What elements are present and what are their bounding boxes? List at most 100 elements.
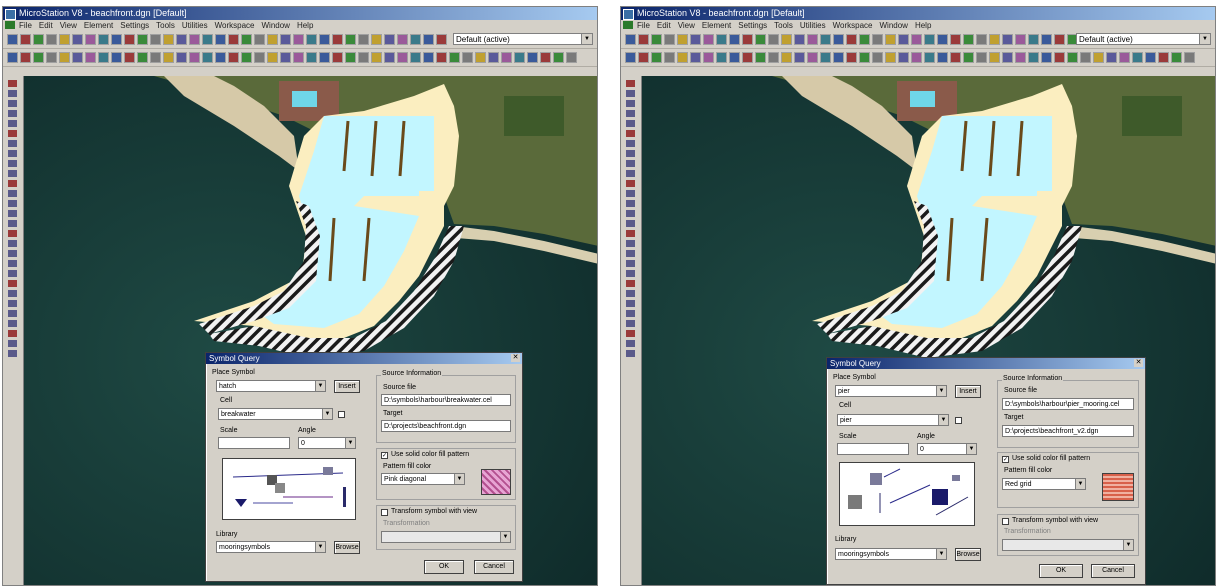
toolbar-button-icon[interactable] (124, 52, 135, 63)
menu-help[interactable]: Help (297, 20, 313, 31)
transformation-select[interactable]: ▼ (1002, 539, 1134, 551)
toolbar-button-icon[interactable] (1054, 34, 1065, 45)
menu-tools[interactable]: Tools (156, 20, 175, 31)
ok-button[interactable]: OK (1039, 564, 1083, 578)
toolbar-button-icon[interactable] (781, 34, 792, 45)
side-tool-icon[interactable] (8, 120, 17, 127)
toolbar-button-icon[interactable] (703, 34, 714, 45)
toolbar-button-icon[interactable] (651, 52, 662, 63)
toolbar-button-icon[interactable] (976, 34, 987, 45)
side-tool-icon[interactable] (8, 270, 17, 277)
toolbar-button-icon[interactable] (924, 34, 935, 45)
toolbar-button-icon[interactable] (202, 52, 213, 63)
fill-color-select[interactable]: Red grid ▼ (1002, 478, 1086, 490)
toolbar-button-icon[interactable] (176, 34, 187, 45)
close-icon[interactable]: ✕ (1134, 359, 1143, 367)
menu-workspace[interactable]: Workspace (215, 20, 255, 31)
toolbar-button-icon[interactable] (371, 34, 382, 45)
side-tool-icon[interactable] (626, 340, 635, 347)
side-tool-icon[interactable] (626, 180, 635, 187)
source-file-input[interactable]: D:\symbols\harbour\pier_mooring.cel (1002, 398, 1134, 410)
level-combo[interactable]: Default (active) ▼ (453, 33, 593, 45)
toolbar-button-icon[interactable] (742, 52, 753, 63)
toolbar-button-icon[interactable] (1028, 34, 1039, 45)
menu-edit[interactable]: Edit (657, 20, 671, 31)
toolbar-button-icon[interactable] (358, 52, 369, 63)
toolbar-button-icon[interactable] (729, 34, 740, 45)
toolbar-button-icon[interactable] (976, 52, 987, 63)
angle-input[interactable]: 0 ▼ (917, 443, 977, 455)
side-tool-icon[interactable] (626, 150, 635, 157)
toolbar-button-icon[interactable] (638, 34, 649, 45)
transform-checkbox[interactable] (381, 509, 388, 516)
toolbar-button-icon[interactable] (1054, 52, 1065, 63)
menu-help[interactable]: Help (915, 20, 931, 31)
toolbar-button-icon[interactable] (228, 52, 239, 63)
library-select[interactable]: mooringsymbols ▼ (835, 548, 947, 560)
toolbar-button-icon[interactable] (1015, 34, 1026, 45)
toolbar-button-icon[interactable] (7, 52, 18, 63)
side-tool-icon[interactable] (626, 290, 635, 297)
toolbar-button-icon[interactable] (1015, 52, 1026, 63)
angle-input[interactable]: 0 ▼ (298, 437, 356, 449)
toolbar-button-icon[interactable] (293, 34, 304, 45)
toolbar-button-icon[interactable] (846, 34, 857, 45)
toolbar-button-icon[interactable] (898, 52, 909, 63)
toolbar-button-icon[interactable] (319, 34, 330, 45)
toolbar-button-icon[interactable] (690, 52, 701, 63)
toolbar-button-icon[interactable] (189, 34, 200, 45)
toolbar-button-icon[interactable] (950, 34, 961, 45)
side-tool-icon[interactable] (8, 170, 17, 177)
toolbar-button-icon[interactable] (664, 34, 675, 45)
menu-view[interactable]: View (678, 20, 695, 31)
toolbar-button-icon[interactable] (1028, 52, 1039, 63)
toolbar-button-icon[interactable] (59, 52, 70, 63)
side-tool-icon[interactable] (626, 120, 635, 127)
toolbar-button-icon[interactable] (280, 34, 291, 45)
menu-workspace[interactable]: Workspace (833, 20, 873, 31)
toolbar-button-icon[interactable] (124, 34, 135, 45)
toolbar-button-icon[interactable] (280, 52, 291, 63)
ok-button[interactable]: OK (424, 560, 464, 574)
side-tool-icon[interactable] (8, 330, 17, 337)
menu-settings[interactable]: Settings (120, 20, 149, 31)
side-tool-icon[interactable] (8, 90, 17, 97)
toolbar-button-icon[interactable] (436, 34, 447, 45)
symbol-name-select[interactable]: pier ▼ (835, 385, 947, 397)
toolbar-button-icon[interactable] (46, 52, 57, 63)
toolbar-button-icon[interactable] (267, 34, 278, 45)
side-tool-icon[interactable] (8, 200, 17, 207)
toolbar-button-icon[interactable] (254, 34, 265, 45)
symbol-name-select[interactable]: hatch ▼ (216, 380, 326, 392)
toolbar-button-icon[interactable] (703, 52, 714, 63)
toolbar-button-icon[interactable] (664, 52, 675, 63)
menu-file[interactable]: File (637, 20, 650, 31)
side-tool-icon[interactable] (626, 130, 635, 137)
side-tool-icon[interactable] (8, 280, 17, 287)
side-tool-icon[interactable] (626, 210, 635, 217)
toolbar-button-icon[interactable] (241, 34, 252, 45)
toolbar-button-icon[interactable] (963, 34, 974, 45)
menu-view[interactable]: View (60, 20, 77, 31)
toolbar-button-icon[interactable] (1002, 34, 1013, 45)
toolbar-button-icon[interactable] (1184, 52, 1195, 63)
side-tool-icon[interactable] (626, 190, 635, 197)
toolbar-button-icon[interactable] (540, 52, 551, 63)
side-tool-icon[interactable] (626, 270, 635, 277)
toolbar-button-icon[interactable] (514, 52, 525, 63)
toolbar-button-icon[interactable] (716, 52, 727, 63)
browse-button[interactable]: Browse (334, 541, 360, 554)
side-tool-icon[interactable] (626, 280, 635, 287)
toolbar-button-icon[interactable] (846, 52, 857, 63)
toolbar-button-icon[interactable] (677, 52, 688, 63)
toolbar-button-icon[interactable] (566, 52, 577, 63)
side-tool-icon[interactable] (8, 250, 17, 257)
toolbar-button-icon[interactable] (768, 34, 779, 45)
toolbar-button-icon[interactable] (833, 52, 844, 63)
toolbar-button-icon[interactable] (768, 52, 779, 63)
fill-color-select[interactable]: Pink diagonal ▼ (381, 473, 465, 485)
side-tool-icon[interactable] (8, 230, 17, 237)
toolbar-button-icon[interactable] (215, 52, 226, 63)
toolbar-button-icon[interactable] (690, 34, 701, 45)
side-tool-icon[interactable] (626, 110, 635, 117)
